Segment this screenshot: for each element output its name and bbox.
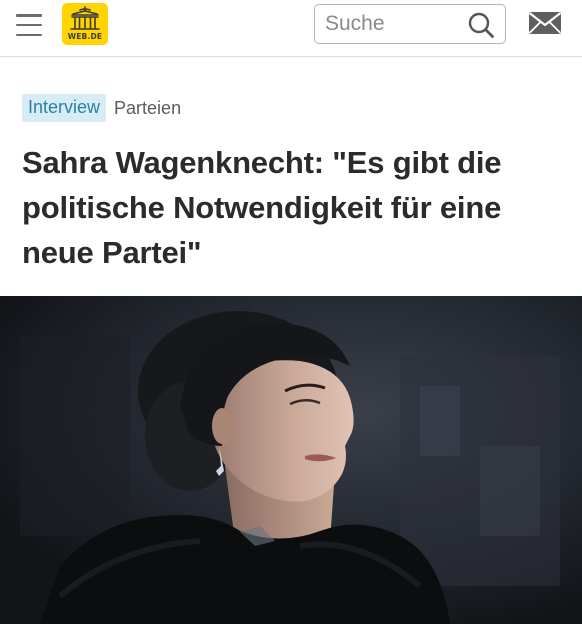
search-box[interactable] [314, 4, 506, 44]
menu-line [16, 23, 42, 27]
article-headline: Sahra Wagenknecht: "Es gibt die politisc… [22, 145, 502, 270]
menu-line [16, 14, 42, 17]
mail-icon[interactable] [528, 10, 562, 36]
section-link[interactable]: Parteien [114, 98, 181, 119]
search-input[interactable] [325, 11, 465, 37]
portrait-photo [0, 296, 582, 624]
web-de-logo[interactable]: WEB.DE [62, 3, 108, 45]
logo-text: WEB.DE [67, 32, 103, 41]
article-meta: Interview Parteien [22, 94, 181, 122]
category-tag[interactable]: Interview [22, 94, 107, 122]
search-icon[interactable] [467, 11, 495, 39]
menu-icon[interactable] [14, 13, 44, 37]
top-bar: WEB.DE [0, 0, 582, 57]
article-image [0, 296, 582, 624]
menu-line [16, 33, 42, 36]
